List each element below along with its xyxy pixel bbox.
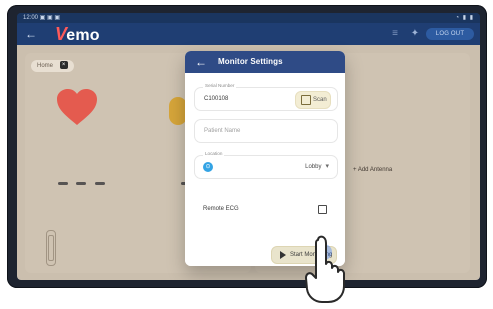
- back-arrow-icon[interactable]: ←: [193, 54, 209, 70]
- status-left-text: 12:00 ▣ ▣ ▣: [23, 15, 61, 21]
- checkbox-icon[interactable]: [318, 205, 327, 214]
- modal-title: Monitor Settings: [218, 57, 283, 66]
- dash-2: [76, 182, 87, 185]
- status-bar: 12:00 ▣ ▣ ▣ ◔ ▮ ▮: [17, 13, 480, 23]
- location-value: Lobby: [305, 164, 322, 170]
- scan-button-label: Scan: [313, 97, 327, 103]
- left-dashes: [58, 172, 109, 185]
- location-selected[interactable]: Lobby ▾: [305, 156, 329, 178]
- logo-text: emo: [66, 27, 100, 44]
- tablet-device-frame: 12:00 ▣ ▣ ▣ ◔ ▮ ▮ ← Vemo ≡ ✦ LOG OUT Hom…: [7, 5, 487, 288]
- app-screen: 12:00 ▣ ▣ ▣ ◔ ▮ ▮ ← Vemo ≡ ✦ LOG OUT Hom…: [17, 13, 480, 280]
- gear-icon[interactable]: ✦: [408, 27, 422, 41]
- heart-svg: [57, 89, 97, 125]
- home-pill[interactable]: Home ×: [31, 60, 74, 72]
- heart-icon: [55, 87, 99, 127]
- location-icon: ⊙: [203, 162, 213, 172]
- left-slider[interactable]: [46, 230, 56, 266]
- patient-name-field[interactable]: Patient Name: [194, 119, 338, 143]
- serial-number-value[interactable]: C100108: [204, 88, 228, 110]
- patient-name-placeholder: Patient Name: [204, 128, 241, 134]
- remote-ecg-row[interactable]: Remote ECG: [203, 202, 327, 216]
- header-action-button[interactable]: LOG OUT: [426, 28, 474, 40]
- serial-number-field[interactable]: Serial Number C100108 ▾ Scan: [194, 83, 338, 111]
- left-slider-notch: [48, 235, 54, 261]
- back-icon[interactable]: ←: [23, 26, 39, 42]
- hand-pointer-svg: [305, 235, 345, 303]
- status-right-icons: ◔ ▮ ▮: [455, 15, 474, 21]
- scan-button[interactable]: Scan: [295, 91, 331, 109]
- location-label: Location: [203, 151, 225, 156]
- app-bar: ← Vemo ≡ ✦ LOG OUT: [17, 23, 480, 45]
- hand-pointer-icon: [300, 234, 346, 304]
- menu-icon[interactable]: ≡: [388, 27, 402, 41]
- home-pill-close-icon[interactable]: ×: [59, 61, 68, 70]
- modal-header: ← Monitor Settings: [185, 51, 345, 73]
- location-select[interactable]: Location ⊙ Lobby ▾: [194, 151, 338, 179]
- app-logo: Vemo: [55, 23, 100, 45]
- chevron-down-icon: ▾: [325, 163, 329, 170]
- home-pill-label: Home: [37, 63, 54, 69]
- remote-ecg-label: Remote ECG: [203, 206, 239, 212]
- play-icon: [280, 251, 286, 259]
- dash-3: [94, 182, 105, 185]
- dash-1: [58, 182, 68, 185]
- add-antenna-link[interactable]: + Add Antenna: [353, 167, 392, 173]
- scan-icon: [301, 95, 311, 105]
